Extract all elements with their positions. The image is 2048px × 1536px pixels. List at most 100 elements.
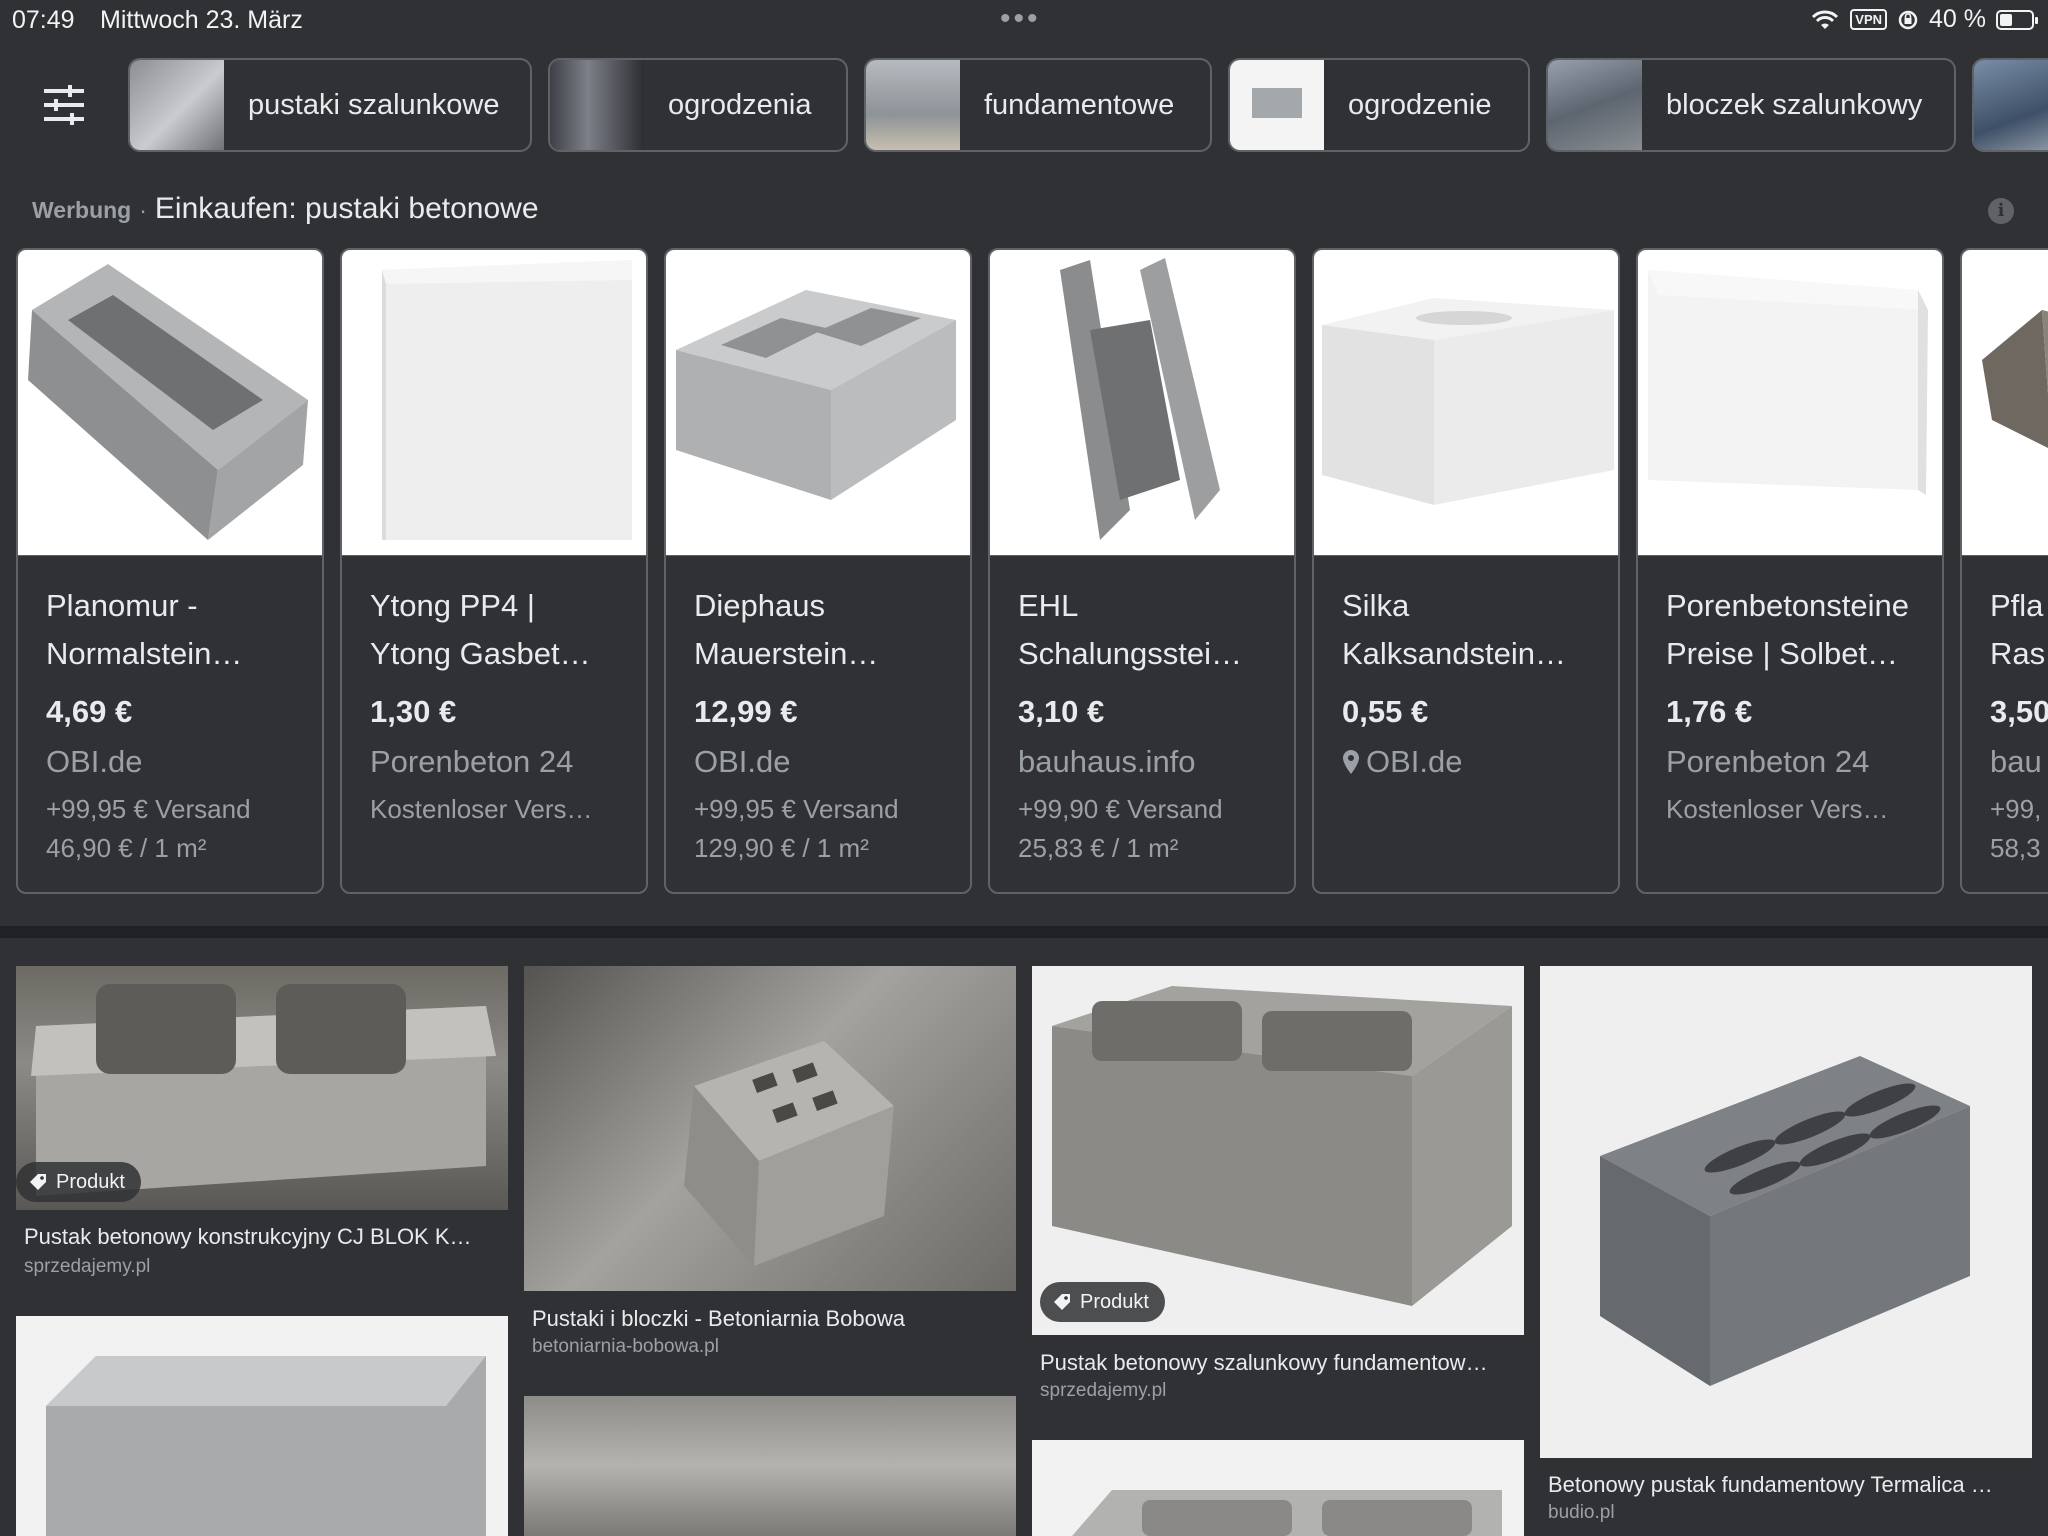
result-image (524, 1396, 1016, 1536)
image-result[interactable]: Produkt Pustak betonowy szalunkowy funda… (1032, 966, 1524, 1406)
chip-ogrodzenie[interactable]: ogrodzenie (1228, 58, 1530, 152)
product-price: 3,50 (1990, 694, 2048, 729)
location-pin-icon (1343, 750, 1359, 774)
product-shipping: Kostenloser Vers… (370, 794, 593, 824)
chip-label: pustaki szalunkowe (248, 88, 500, 121)
chip-bloczek-szalunkowy[interactable]: bloczek szalunkowy (1546, 58, 1956, 152)
formwork-block-image (1060, 258, 1220, 540)
rotation-lock-icon (1898, 10, 1918, 29)
product-card[interactable]: Pfla Ras 3,50 bau +99, 58,3 (1960, 248, 2048, 894)
result-source: sprzedajemy.pl (24, 1256, 151, 1277)
product-image (666, 250, 970, 556)
image-result[interactable]: Pustaki i bloczki - Betoniarnia Bobowa b… (524, 966, 1016, 1366)
result-title: Pustak betonowy szalunkowy fundamentow… (1040, 1350, 1488, 1375)
image-result[interactable] (16, 1316, 508, 1536)
product-image (990, 250, 1294, 556)
chip-thumbnail (866, 60, 960, 150)
chip-label: ogrodzenia (668, 88, 812, 121)
result-image (524, 966, 1016, 1291)
chip-fundamentowe[interactable]: fundamentowe (864, 58, 1212, 152)
product-image (1314, 250, 1618, 556)
result-source: betoniarnia-bobowa.pl (532, 1336, 719, 1357)
result-image (1032, 1440, 1524, 1536)
product-shipping: +99,90 € Versand (1018, 794, 1223, 824)
product-price: 3,10 € (1018, 694, 1105, 729)
product-title-line1: Ytong PP4 | (370, 588, 535, 623)
multitasking-dots[interactable]: ••• (1000, 2, 1041, 36)
product-store: bau (1990, 744, 2042, 779)
product-card[interactable]: Porenbetonsteine Preise | Solbet… 1,76 € … (1636, 248, 1944, 894)
product-title-line2: Schalungsstei… (1018, 636, 1243, 671)
result-title: Betonowy pustak fundamentowy Termalica … (1548, 1472, 1993, 1497)
chip-thumbnail (1974, 60, 2048, 150)
image-result[interactable] (1032, 1440, 1524, 1536)
chip-pustaki-szalunkowe[interactable]: pustaki szalunkowe (128, 58, 532, 152)
status-time: 07:49 (12, 6, 75, 34)
product-title-line1: EHL (1018, 588, 1079, 623)
product-card[interactable]: Diephaus Mauerstein… 12,99 € OBI.de +99,9… (664, 248, 972, 894)
ad-label: Werbung (32, 197, 132, 223)
aerated-block-image (382, 260, 632, 540)
battery-percent: 40 % (1929, 5, 1986, 33)
product-price: 0,55 € (1342, 694, 1429, 729)
product-card[interactable]: EHL Schalungsstei… 3,10 € bauhaus.info +9… (988, 248, 1296, 894)
image-result[interactable] (524, 1396, 1016, 1536)
chip-label: ogrodzenie (1348, 88, 1492, 121)
product-shipping: +99,95 € Versand (46, 794, 251, 824)
paving-stone-image (1982, 310, 2048, 448)
vpn-badge: VPN (1850, 9, 1888, 30)
product-title-line1: Planomur - (46, 588, 198, 623)
result-source: budio.pl (1548, 1502, 1615, 1523)
product-title-line2: Ras (1990, 636, 2046, 671)
product-card[interactable]: Planomur - Normalstein… 4,69 € OBI.de +99… (16, 248, 324, 894)
chip-label: bloczek szalunkowy (1666, 88, 1923, 121)
section-divider (0, 926, 2048, 938)
result-source: sprzedajemy.pl (1040, 1380, 1167, 1401)
product-image (342, 250, 646, 556)
product-unit-price: 25,83 € / 1 m² (1018, 833, 1179, 863)
chip-thumbnail (1548, 60, 1642, 150)
product-card[interactable]: Ytong PP4 | Ytong Gasbet… 1,30 € Porenbet… (340, 248, 648, 894)
filter-sliders-icon[interactable] (40, 81, 88, 129)
product-title-line2: Kalksandstein… (1342, 636, 1567, 671)
product-shipping: Kostenloser Vers… (1666, 794, 1889, 824)
chip-thumbnail (550, 60, 644, 150)
product-image (1638, 250, 1942, 556)
tag-icon (1054, 1294, 1070, 1310)
product-store: OBI.de (1366, 744, 1463, 779)
badge-label: Produkt (56, 1170, 125, 1193)
product-carousel: Planomur - Normalstein… 4,69 € OBI.de +99… (0, 248, 2048, 894)
product-badge: Produkt (1040, 1282, 1165, 1322)
product-shipping: +99,95 € Versand (694, 794, 899, 824)
badge-label: Produkt (1080, 1290, 1149, 1313)
product-store: OBI.de (694, 744, 791, 779)
chip-thumbnail (1230, 60, 1324, 150)
sand-lime-brick-image (1322, 298, 1614, 505)
product-title-line2: Ytong Gasbet… (370, 636, 591, 671)
result-image (1540, 966, 2032, 1458)
product-title-line1: Silka (1342, 588, 1410, 623)
wifi-icon (1812, 10, 1839, 29)
info-icon[interactable]: i (1988, 198, 2014, 224)
chip-more[interactable] (1972, 58, 2048, 152)
result-title: Pustak betonowy konstrukcyjny CJ BLOK K… (24, 1224, 472, 1249)
aerated-block-image (1648, 270, 1928, 495)
separator-dot: · (139, 197, 147, 223)
image-result[interactable]: Produkt Pustak betonowy konstrukcyjny CJ… (16, 966, 508, 1286)
image-result[interactable]: Betonowy pustak fundamentowy Termalica …… (1540, 966, 2032, 1536)
tag-icon (30, 1174, 46, 1190)
product-card[interactable]: Silka Kalksandstein… 0,55 € OBI.de (1312, 248, 1620, 894)
double-hollow-block-image (676, 290, 956, 500)
hollow-block-image (28, 264, 308, 540)
product-price: 1,76 € (1666, 694, 1753, 729)
product-price: 12,99 € (694, 694, 798, 729)
product-unit-price: 46,90 € / 1 m² (46, 833, 207, 863)
chip-label: fundamentowe (984, 88, 1175, 121)
chip-ogrodzenia[interactable]: ogrodzenia (548, 58, 848, 152)
product-title-line2: Normalstein… (46, 636, 243, 671)
product-store: bauhaus.info (1018, 744, 1196, 779)
product-image (1962, 250, 2048, 556)
shopping-ads-header: Werbung · Einkaufen: pustaki betonowe (32, 192, 539, 226)
product-unit-price: 58,3 (1990, 833, 2041, 863)
result-image (1032, 966, 1524, 1335)
